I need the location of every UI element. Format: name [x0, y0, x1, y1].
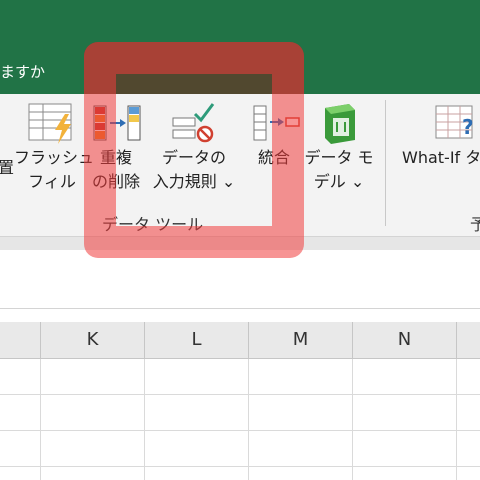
remove-duplicates-button[interactable]: 重複 の削除 — [86, 100, 146, 194]
title-bar: ますか — [0, 0, 480, 94]
column-line — [352, 359, 353, 480]
column-header-row: K L M N — [0, 322, 480, 359]
svg-text:?: ? — [462, 115, 474, 139]
what-if-icon: ? — [435, 105, 474, 139]
ribbon-group-separator — [385, 100, 386, 226]
ribbon-data-tab: 置 フラッシュ フィル 重複 の削除 データの 入力規則 ⌄ 統合 データ モ … — [0, 94, 480, 236]
flash-fill-label-1: フラッシュ — [14, 148, 95, 167]
data-validation-label-2: 入力規則 ⌄ — [152, 172, 236, 191]
window-title: ますか — [0, 63, 46, 81]
data-validation-label-1: データの — [161, 148, 226, 167]
data-validation-button[interactable]: データの 入力規則 ⌄ — [150, 100, 238, 194]
remove-duplicates-label-1: 重複 — [99, 148, 132, 167]
column-header-partial[interactable] — [0, 322, 40, 358]
row-line — [0, 466, 480, 467]
flash-fill-icon — [28, 103, 72, 144]
cell-grid[interactable] — [0, 359, 480, 480]
group-label-forecast: 予 — [470, 215, 480, 234]
partial-button-label: 置 — [0, 158, 15, 177]
column-line — [144, 359, 145, 480]
ribbon-bottom-edge — [0, 236, 480, 251]
data-model-button[interactable]: データ モ デル ⌄ — [302, 100, 376, 194]
column-header-m[interactable]: M — [248, 322, 352, 358]
remove-duplicates-icon — [93, 105, 141, 141]
what-if-analysis-button[interactable]: ? What-If タ — [398, 100, 480, 170]
partial-button[interactable]: 置 — [0, 156, 14, 180]
what-if-label: What-If タ — [402, 148, 480, 167]
flash-fill-label-2: フィル — [28, 172, 76, 191]
row-line — [0, 430, 480, 431]
column-line — [248, 359, 249, 480]
column-header-n[interactable]: N — [352, 322, 456, 358]
data-model-label-2: デル ⌄ — [313, 172, 365, 191]
consolidate-icon — [253, 105, 300, 141]
column-line — [456, 359, 457, 480]
flash-fill-button[interactable]: フラッシュ フィル — [14, 100, 95, 194]
column-line — [40, 359, 41, 480]
group-label-data-tools: データ ツール — [102, 215, 204, 234]
row-line — [0, 394, 480, 395]
column-header-l[interactable]: L — [144, 322, 248, 358]
formula-area — [0, 250, 480, 309]
remove-duplicates-label-2: の削除 — [91, 172, 140, 191]
data-model-icon — [325, 104, 355, 144]
consolidate-button[interactable]: 統合 — [244, 100, 304, 170]
consolidate-label: 統合 — [257, 148, 290, 167]
column-header-k[interactable]: K — [40, 322, 144, 358]
column-header-next[interactable] — [456, 322, 480, 358]
data-model-label-1: データ モ — [304, 148, 374, 167]
data-validation-icon — [172, 103, 215, 143]
